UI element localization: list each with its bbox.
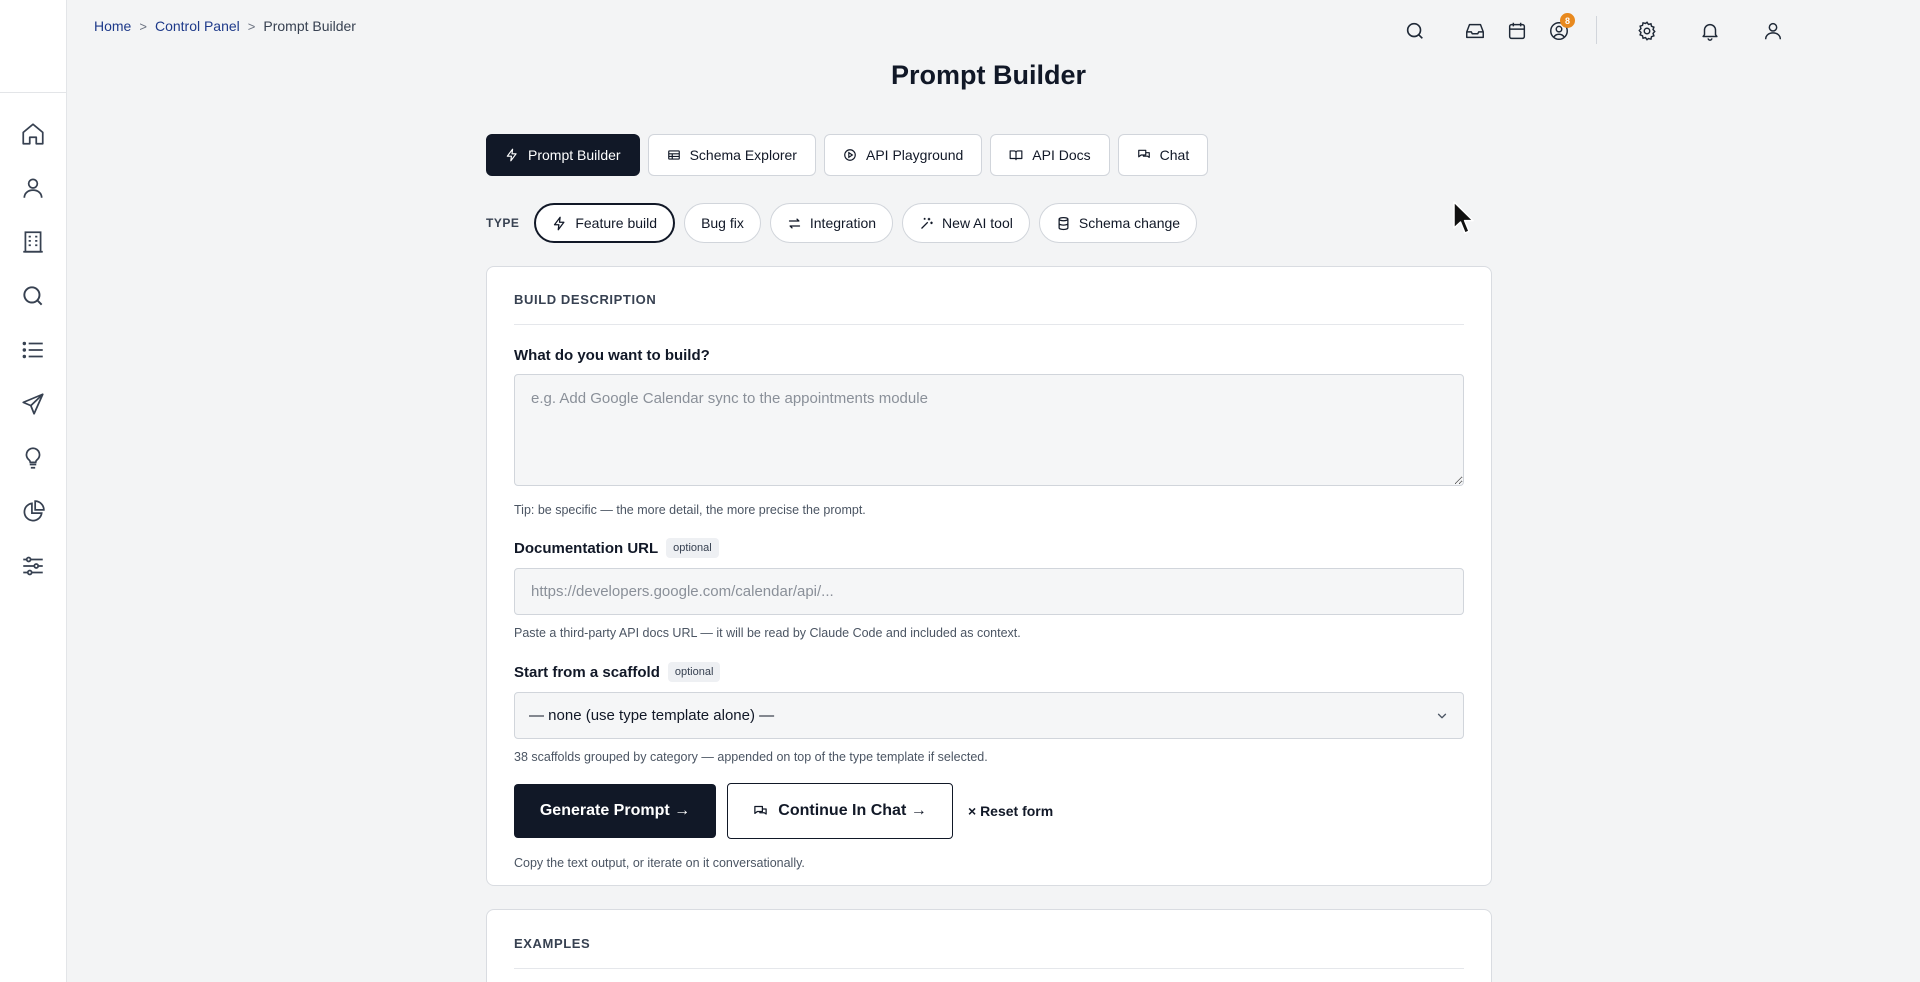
bell-icon[interactable] (1695, 16, 1725, 46)
chip-integration[interactable]: Integration (769, 203, 894, 243)
tab-label: Schema Explorer (689, 147, 797, 163)
card-heading: BUILD DESCRIPTION (514, 267, 1464, 325)
card-heading: EXAMPLES (514, 910, 1464, 969)
header-toolbar: 8 (1400, 13, 1920, 46)
database-icon (1058, 216, 1069, 230)
header-divider (1596, 16, 1597, 44)
notification-badge: 8 (1560, 13, 1575, 28)
user-icon[interactable] (1758, 16, 1788, 46)
tab-bar: Prompt Builder Schema Explorer API Playg… (486, 134, 1209, 176)
sparkle-icon (921, 217, 933, 229)
search-icon[interactable] (1400, 16, 1430, 46)
build-description-card: BUILD DESCRIPTION What do you want to bu… (486, 266, 1492, 886)
scaffold-label: Start from a scaffold optional (514, 662, 1464, 682)
home-icon[interactable] (13, 114, 53, 154)
sliders-icon[interactable] (13, 546, 53, 586)
search-icon[interactable] (13, 276, 53, 316)
type-selector: TYPE Feature build Bug fix Integration N… (486, 203, 1198, 243)
scaffold-select-value: — none (use type template alone) — (529, 707, 775, 724)
doc-url-label: Documentation URL optional (514, 538, 1464, 558)
doc-url-input[interactable] (514, 568, 1464, 615)
chip-label: Feature build (575, 215, 658, 231)
mouse-cursor-icon (1453, 201, 1474, 234)
build-label: What do you want to build? (514, 347, 1464, 364)
examples-card: EXAMPLES (486, 909, 1492, 982)
pie-chart-icon[interactable] (13, 492, 53, 532)
action-row: Generate Prompt → Continue In Chat → × R… (514, 783, 1464, 839)
scaffold-select[interactable]: — none (use type template alone) — (514, 692, 1464, 739)
doc-url-hint: Paste a third-party API docs URL — it wi… (514, 626, 1021, 640)
lightbulb-icon[interactable] (13, 438, 53, 478)
scaffold-hint: 38 scaffolds grouped by category — appen… (514, 750, 988, 764)
chat-icon (1137, 149, 1150, 158)
build-hint: Tip: be specific — the more detail, the … (514, 503, 866, 517)
page-title: Prompt Builder (890, 60, 1086, 90)
chip-schema-change[interactable]: Schema change (1038, 203, 1198, 243)
breadcrumb-current: Prompt Builder (263, 18, 356, 34)
build-description-input[interactable] (514, 374, 1464, 486)
chip-feature-build[interactable]: Feature build (534, 203, 676, 243)
breadcrumb-control-panel[interactable]: Control Panel (155, 18, 240, 34)
inbox-icon[interactable] (1460, 16, 1490, 46)
scaffold-label-text: Start from a scaffold (514, 663, 660, 681)
sidebar-nav (0, 93, 66, 600)
bolt-icon (554, 216, 565, 230)
tab-label: Prompt Builder (528, 147, 621, 163)
chip-label: Schema change (1078, 215, 1181, 231)
chip-label: Bug fix (701, 215, 744, 231)
continue-label: Continue In Chat → (778, 802, 927, 819)
play-circle-icon (844, 149, 856, 161)
chip-bug-fix[interactable]: Bug fix (684, 203, 761, 243)
optional-badge: optional (666, 538, 719, 558)
breadcrumb-separator: > (247, 18, 256, 34)
calendar-icon[interactable] (1502, 16, 1532, 46)
chat-icon (754, 805, 768, 815)
chevron-down-icon (1437, 713, 1447, 718)
building-icon[interactable] (13, 222, 53, 262)
tab-label: API Playground (865, 147, 964, 163)
gear-icon[interactable] (1632, 16, 1662, 46)
sidebar (0, 0, 67, 982)
actions-hint: Copy the text output, or iterate on it c… (514, 856, 805, 870)
tab-label: Chat (1159, 147, 1190, 163)
tab-chat[interactable]: Chat (1117, 134, 1209, 176)
send-icon[interactable] (13, 384, 53, 424)
tab-api-playground[interactable]: API Playground (823, 134, 983, 176)
table-icon (667, 150, 680, 160)
breadcrumb: Home > Control Panel > Prompt Builder (94, 18, 356, 34)
doc-url-label-text: Documentation URL (514, 539, 659, 557)
chip-new-ai-tool[interactable]: New AI tool (902, 203, 1030, 243)
type-label: TYPE (486, 216, 520, 230)
tab-schema-explorer[interactable]: Schema Explorer (647, 134, 816, 176)
build-label-text: What do you want to build? (514, 347, 710, 364)
chip-label: New AI tool (942, 215, 1013, 231)
tab-prompt-builder[interactable]: Prompt Builder (486, 134, 640, 176)
generate-prompt-button[interactable]: Generate Prompt → (514, 784, 716, 838)
reset-form-link[interactable]: × Reset form (968, 803, 1053, 819)
list-icon[interactable] (13, 330, 53, 370)
swap-icon (788, 218, 800, 228)
user-icon[interactable] (13, 168, 53, 208)
bolt-icon (506, 148, 517, 162)
tab-api-docs[interactable]: API Docs (990, 134, 1110, 176)
tab-label: API Docs (1032, 147, 1091, 163)
user-badge-icon[interactable]: 8 (1544, 13, 1575, 46)
optional-badge: optional (667, 662, 721, 682)
continue-in-chat-button[interactable]: Continue In Chat → (727, 783, 953, 839)
chip-label: Integration (809, 215, 877, 231)
breadcrumb-home[interactable]: Home (94, 18, 131, 34)
breadcrumb-separator: > (139, 18, 147, 34)
book-icon (1009, 150, 1023, 161)
